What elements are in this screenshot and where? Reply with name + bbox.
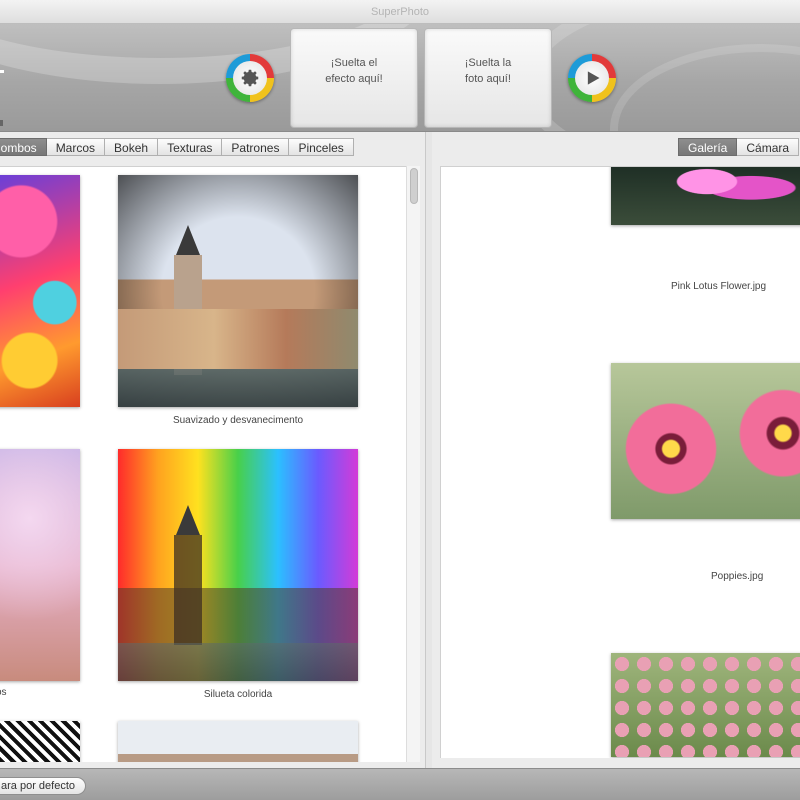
title-bar: SuperPhoto — [0, 0, 800, 24]
gallery-photo-label: Poppies.jpg — [711, 571, 764, 582]
effect-thumbnail[interactable] — [0, 721, 80, 762]
superphoto-window: SuperPhoto ¡Suelta el efecto aquí! ¡Suel… — [0, 0, 800, 800]
effects-scroll-thumb[interactable] — [410, 168, 418, 204]
gallery-tab-bar: Galería Cámara — [678, 138, 800, 156]
thumbnail-tower — [174, 535, 202, 645]
effect-thumbnail[interactable] — [0, 175, 80, 407]
restore-default-button[interactable]: ara por defecto — [0, 777, 86, 795]
effect-thumbnail[interactable] — [118, 721, 358, 762]
drop-effect-label: ¡Suelta el efecto aquí! — [325, 57, 383, 85]
tab-combos[interactable]: Combos — [0, 138, 47, 156]
gallery-photo[interactable] — [611, 167, 800, 225]
header-edge-mark — [0, 70, 4, 73]
effects-scrollbar[interactable] — [406, 166, 420, 762]
toolbar: ¡Suelta el efecto aquí! ¡Suelta la foto … — [0, 24, 800, 132]
drop-effect-zone[interactable]: ¡Suelta el efecto aquí! — [290, 28, 418, 128]
tab-pinceles[interactable]: Pinceles — [289, 138, 354, 156]
window-title: SuperPhoto — [370, 6, 430, 18]
status-bar: ara por defecto — [0, 768, 800, 800]
header-edge-mark — [0, 120, 3, 126]
tab-galeria[interactable]: Galería — [678, 138, 738, 156]
gallery-panel: Galería Cámara Pink Lotus Flower.jpg Pop… — [432, 132, 800, 768]
effect-thumbnail[interactable] — [118, 175, 358, 407]
settings-button[interactable] — [226, 54, 274, 102]
drop-photo-label: ¡Suelta la foto aquí! — [464, 57, 512, 85]
effects-tab-bar: Combos Marcos Bokeh Texturas Patrones Pi… — [0, 138, 354, 156]
tab-camara[interactable]: Cámara — [737, 138, 800, 156]
effect-label: os — [0, 687, 7, 698]
play-button-face — [575, 61, 609, 95]
tab-bokeh[interactable]: Bokeh — [105, 138, 159, 156]
tab-patrones[interactable]: Patrones — [222, 138, 290, 156]
thumbnail-water — [118, 643, 358, 681]
effect-label: Silueta colorida — [203, 689, 273, 700]
thumbnail-spire — [176, 505, 200, 535]
effects-grid: Suavizado y desvanecimento os Silueta co… — [0, 166, 406, 762]
gallery-photo[interactable] — [611, 653, 800, 757]
gallery-photo[interactable] — [611, 363, 800, 519]
gallery-photo-label: Pink Lotus Flower.jpg — [671, 281, 767, 292]
play-icon — [587, 71, 600, 85]
gallery-list: Pink Lotus Flower.jpg Poppies.jpg — [440, 166, 800, 758]
thumbnail-spire — [176, 225, 200, 255]
effect-thumbnail[interactable] — [0, 449, 80, 681]
effect-label: Suavizado y desvanecimento — [172, 415, 304, 426]
play-button[interactable] — [568, 54, 616, 102]
tab-marcos[interactable]: Marcos — [46, 138, 106, 156]
settings-button-face — [233, 61, 267, 95]
thumbnail-houses — [118, 309, 358, 369]
gear-icon — [241, 69, 259, 87]
thumbnail-water — [118, 369, 358, 407]
effect-thumbnail[interactable] — [118, 449, 358, 681]
effects-panel: Combos Marcos Bokeh Texturas Patrones Pi… — [0, 132, 426, 768]
tab-texturas[interactable]: Texturas — [158, 138, 223, 156]
drop-photo-zone[interactable]: ¡Suelta la foto aquí! — [424, 28, 552, 128]
